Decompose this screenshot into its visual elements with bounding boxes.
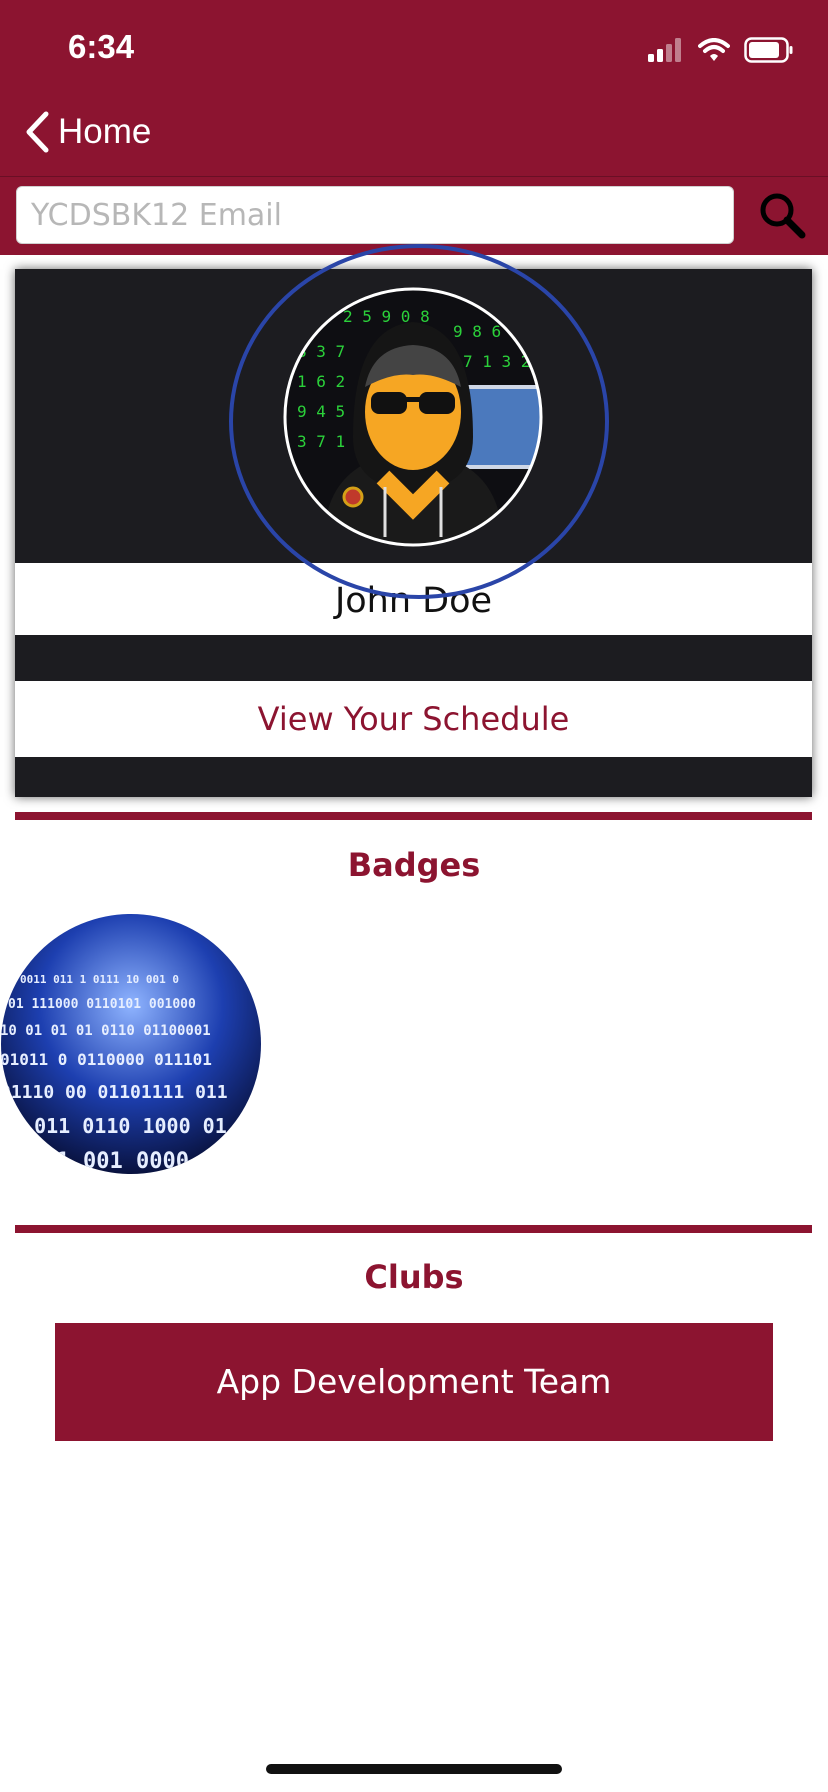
badges-divider — [15, 812, 812, 820]
status-time: 6:34 — [68, 28, 135, 65]
svg-text:9 4 5: 9 4 5 — [297, 402, 345, 421]
binary-code-badge-icon[interactable]: 0011 011 1 0111 10 001 0 01 111000 01101… — [0, 913, 262, 1175]
hacker-avatar-icon: 8 3 71 6 2 9 4 53 7 1 9 8 6 47 1 3 2 4 9… — [283, 287, 543, 547]
svg-text:10 01 01 01 0110 01100001: 10 01 01 01 0110 01100001 — [0, 1023, 211, 1039]
badges-title: Badges — [347, 846, 481, 884]
back-button-label: Home — [58, 112, 152, 151]
avatar[interactable]: 8 3 71 6 2 9 4 53 7 1 9 8 6 47 1 3 2 4 9… — [283, 287, 543, 547]
view-schedule-button[interactable]: View Your Schedule — [15, 681, 812, 757]
name-strip: John Doe — [15, 563, 812, 635]
navigation-bar: Home — [0, 100, 828, 177]
back-button[interactable]: Home — [24, 110, 151, 154]
svg-text:0 011 0110 1000 01: 0 011 0110 1000 01 — [10, 1114, 227, 1138]
svg-text:9 8 6 4: 9 8 6 4 — [453, 322, 520, 341]
svg-text:3 7 1: 3 7 1 — [297, 432, 345, 451]
status-icons — [648, 36, 794, 64]
battery-icon — [744, 37, 793, 63]
search-bar — [0, 177, 828, 255]
svg-text:0011 011 1 0111 10 001 0: 0011 011 1 0111 10 001 0 — [20, 973, 179, 986]
clubs-divider — [15, 1225, 812, 1233]
club-app-development-team-button[interactable]: App Development Team — [55, 1323, 773, 1441]
svg-text:01110 00 01101111 011: 01110 00 01101111 011 — [0, 1082, 228, 1103]
search-icon[interactable] — [756, 189, 808, 241]
profile-card: 8 3 71 6 2 9 4 53 7 1 9 8 6 47 1 3 2 4 9… — [15, 269, 812, 797]
svg-text:01011 0 0110000 011101: 01011 0 0110000 011101 — [0, 1050, 212, 1069]
svg-text:7 1 3 2: 7 1 3 2 — [463, 352, 530, 371]
clubs-title: Clubs — [364, 1258, 464, 1296]
email-search-input[interactable] — [16, 186, 734, 244]
svg-text:1 6 2: 1 6 2 — [297, 372, 345, 391]
svg-text:01 111000 0110101 001000: 01 111000 0110101 001000 — [8, 997, 196, 1012]
signal-icon — [648, 38, 681, 62]
chevron-left-icon — [26, 111, 49, 153]
wifi-icon — [698, 38, 730, 61]
home-indicator[interactable] — [266, 1764, 562, 1774]
status-bar: 6:34 — [0, 0, 828, 100]
svg-text:011 001 0000 01: 011 001 0000 01 — [30, 1149, 229, 1174]
profile-name: John Doe — [334, 581, 493, 621]
